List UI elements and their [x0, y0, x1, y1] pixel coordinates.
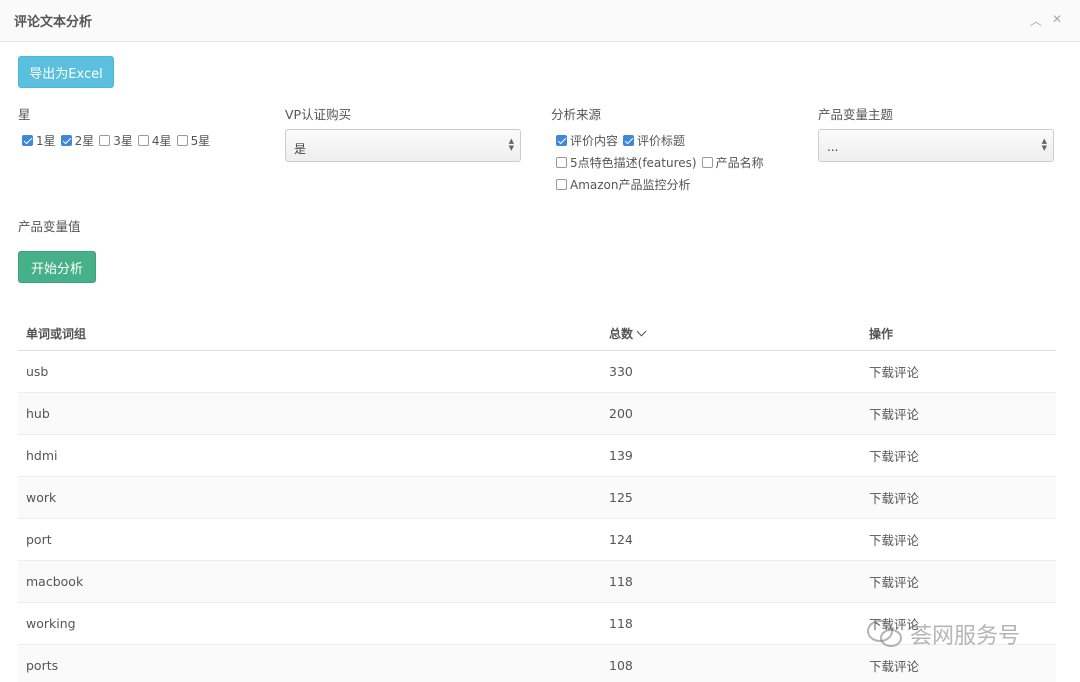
download-reviews-link[interactable]: 下载评论 — [869, 407, 919, 422]
checkbox-icon — [556, 135, 567, 146]
cell-word: usb — [18, 350, 601, 393]
cell-word: working — [18, 602, 601, 645]
star-filter-label: 星 — [18, 107, 31, 122]
header-action: 操作 — [861, 318, 1056, 351]
theme-select[interactable]: ... ▲ ▼ — [818, 129, 1054, 162]
variable-value-label: 产品变量值 — [18, 219, 81, 234]
source-review-content-checkbox[interactable]: 评价内容 — [556, 132, 618, 149]
download-reviews-link[interactable]: 下载评论 — [869, 365, 919, 380]
download-reviews-link[interactable]: 下载评论 — [869, 449, 919, 464]
download-reviews-link[interactable]: 下载评论 — [869, 659, 919, 674]
source-amazon-monitor-checkbox[interactable]: Amazon产品监控分析 — [556, 176, 691, 193]
table-row: usb 330 下载评论 — [18, 350, 1056, 393]
star-3-checkbox[interactable]: 3星 — [99, 132, 133, 149]
cell-count: 118 — [601, 560, 861, 603]
cell-count: 108 — [601, 644, 861, 682]
theme-filter-label: 产品变量主题 — [818, 107, 894, 122]
star-4-checkbox[interactable]: 4星 — [137, 132, 172, 149]
chevron-up-icon[interactable]: ︿ — [1030, 12, 1042, 29]
source-checkbox-row-3: Amazon产品监控分析 — [556, 176, 696, 193]
checkbox-icon — [22, 135, 33, 146]
checkbox-icon — [623, 135, 635, 146]
table-row: hub 200 下载评论 — [18, 392, 1056, 435]
star-1-checkbox[interactable]: 1星 — [22, 132, 56, 149]
cell-count: 139 — [601, 434, 861, 477]
download-reviews-link[interactable]: 下载评论 — [869, 575, 919, 590]
cell-word: macbook — [18, 560, 601, 603]
cell-count: 124 — [601, 518, 861, 561]
source-checkbox-row-2: 5点特色描述(features) 产品名称 — [556, 154, 769, 171]
checkbox-icon — [137, 135, 149, 146]
checkbox-icon — [556, 179, 567, 190]
cell-word: work — [18, 476, 601, 519]
checkbox-icon — [60, 135, 72, 146]
panel-header: 评论文本分析 ︿ ✕ — [0, 0, 1080, 42]
wechat-logo-icon — [867, 620, 902, 647]
cell-count: 330 — [601, 350, 861, 393]
star-2-checkbox[interactable]: 2星 — [60, 132, 94, 149]
star-5-checkbox[interactable]: 5星 — [176, 132, 210, 149]
cell-word: hdmi — [18, 434, 601, 477]
header-count[interactable]: 总数 — [601, 318, 861, 351]
cell-word: hub — [18, 392, 601, 435]
source-product-name-checkbox[interactable]: 产品名称 — [701, 154, 764, 171]
download-reviews-link[interactable]: 下载评论 — [869, 533, 919, 548]
checkbox-icon — [176, 135, 188, 146]
checkbox-icon — [701, 157, 713, 168]
download-reviews-link[interactable]: 下载评论 — [869, 491, 919, 506]
checkbox-icon — [556, 157, 567, 168]
header-icons: ︿ ✕ — [1030, 12, 1062, 29]
cell-count: 125 — [601, 476, 861, 519]
cell-word: ports — [18, 644, 601, 682]
cell-count: 200 — [601, 392, 861, 435]
select-arrows-icon: ▲ ▼ — [1041, 137, 1047, 152]
select-arrows-icon: ▲ ▼ — [508, 137, 514, 152]
watermark: 荟网服务号 — [866, 618, 1020, 650]
cell-count: 118 — [601, 602, 861, 645]
source-features-checkbox[interactable]: 5点特色描述(features) — [556, 154, 697, 171]
sort-desc-icon — [636, 326, 647, 337]
start-analysis-button[interactable]: 开始分析 — [18, 251, 96, 283]
panel-title: 评论文本分析 — [14, 15, 93, 30]
table-row: macbook 118 下载评论 — [18, 560, 1056, 603]
header-word[interactable]: 单词或词组 — [18, 318, 601, 351]
table-header-row: 单词或词组 总数 操作 — [18, 318, 1056, 351]
source-checkbox-row-1: 评价内容 评价标题 — [556, 132, 690, 149]
table-row: port 124 下载评论 — [18, 518, 1056, 561]
cell-word: port — [18, 518, 601, 561]
vp-filter-label: VP认证购买 — [285, 107, 352, 122]
table-row: work 125 下载评论 — [18, 476, 1056, 519]
source-filter-label: 分析来源 — [551, 107, 602, 122]
close-icon[interactable]: ✕ — [1052, 12, 1062, 29]
star-checkbox-group: 1星 2星 3星 4星 5星 — [22, 132, 215, 149]
table-row: hdmi 139 下载评论 — [18, 434, 1056, 477]
checkbox-icon — [99, 135, 111, 146]
source-review-title-checkbox[interactable]: 评价标题 — [623, 132, 685, 149]
watermark-text: 荟网服务号 — [910, 624, 1021, 649]
vp-select[interactable]: 是 ▲ ▼ — [285, 129, 521, 162]
export-excel-button[interactable]: 导出为Excel — [18, 56, 114, 88]
